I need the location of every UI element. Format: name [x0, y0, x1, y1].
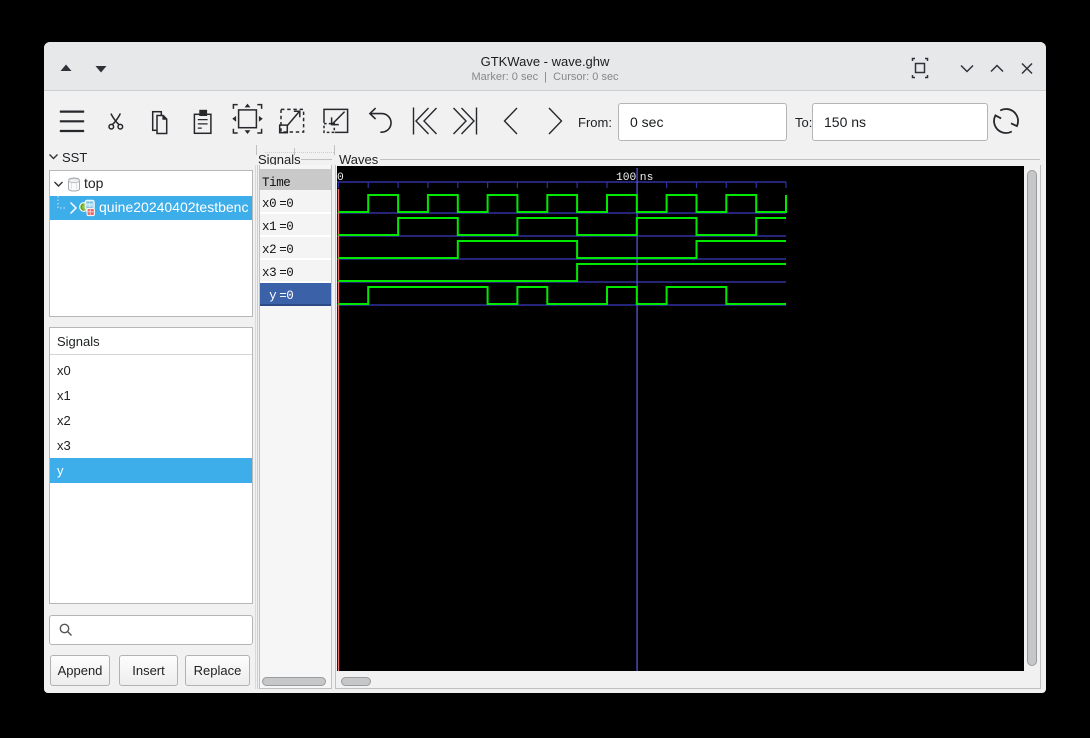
svg-text:ns: ns — [640, 172, 654, 184]
svg-text:0: 0 — [337, 172, 344, 184]
svg-text:100: 100 — [616, 172, 637, 184]
